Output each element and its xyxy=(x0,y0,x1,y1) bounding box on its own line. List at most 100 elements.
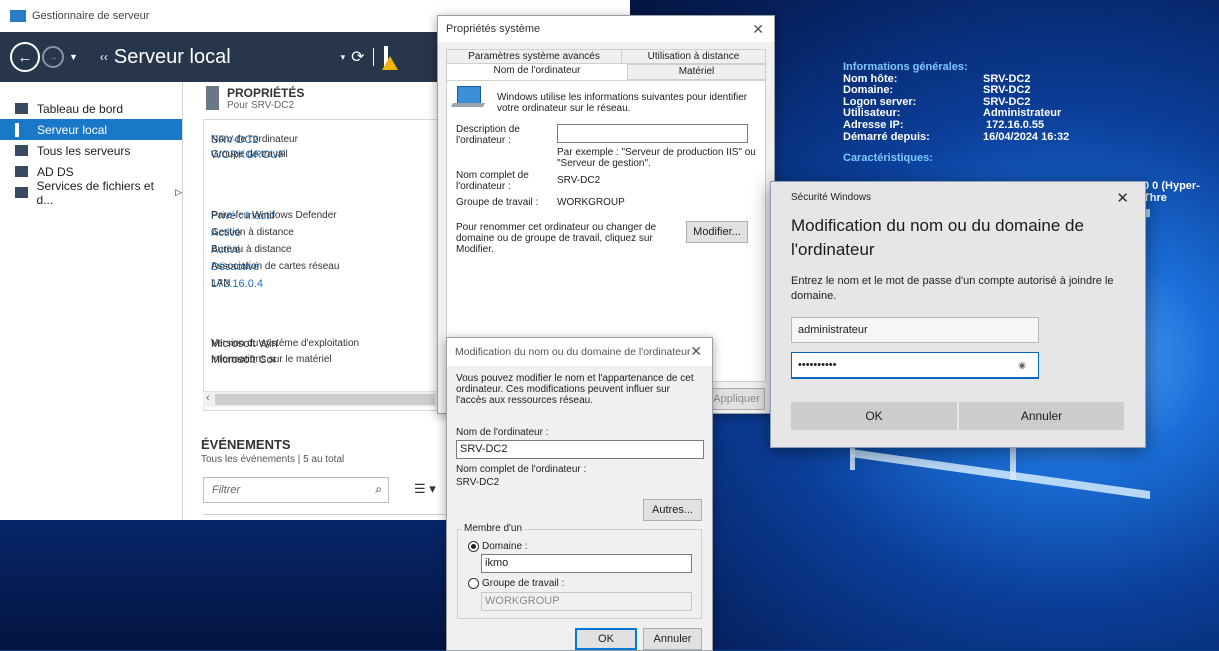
cancel-button[interactable]: Annuler xyxy=(959,402,1124,430)
intro-text: Windows utilise les informations suivant… xyxy=(497,92,748,114)
example-text: Par exemple : "Serveur de production IIS… xyxy=(557,147,756,169)
server-manager-icon xyxy=(10,10,26,22)
property-row: Informations sur le matériel Microsoft Co… xyxy=(211,354,332,366)
close-icon[interactable]: ✕ xyxy=(1116,189,1129,207)
search-icon[interactable]: ⌕ xyxy=(375,482,382,497)
modify-button[interactable]: Modifier... xyxy=(686,221,748,243)
breadcrumb: Serveur local xyxy=(113,45,231,68)
expand-arrow-icon[interactable]: ▷ xyxy=(175,187,182,198)
close-icon[interactable]: ✕ xyxy=(752,21,764,38)
username-input[interactable]: administrateur xyxy=(791,317,1039,343)
ok-button[interactable]: OK xyxy=(791,402,957,430)
description-label: Description de l'ordinateur : xyxy=(456,124,520,146)
tab-advanced-settings[interactable]: Paramètres système avancés xyxy=(446,49,622,64)
sidebar-item-file-services[interactable]: Services de fichiers et d... ▷ xyxy=(0,179,182,207)
bginfo-cpu: 0 0 (Hyper-Thre xyxy=(1143,180,1200,204)
dialog-heading: Modification du nom ou du domaine de l'o… xyxy=(791,216,1084,259)
bginfo-key: Démarré depuis: xyxy=(843,130,930,143)
workgroup-radio[interactable] xyxy=(468,578,479,589)
bginfo-header: Caractéristiques: xyxy=(843,152,933,165)
system-properties-titlebar: Propriétés système ✕ xyxy=(438,16,774,42)
property-label: LAN xyxy=(211,278,231,289)
sidebar-item-label: Services de fichiers et d... xyxy=(36,178,154,207)
sidebar-item-label: Tous les serveurs xyxy=(37,143,131,158)
password-value: •••••••••• xyxy=(798,359,837,371)
property-row: Association de cartes réseau Désactivé xyxy=(211,261,339,273)
description-input[interactable] xyxy=(557,124,748,143)
filter-placeholder: Filtrer xyxy=(212,484,241,496)
window-title: Gestionnaire de serveur xyxy=(32,10,150,22)
property-label: Association de cartes réseau xyxy=(211,261,340,272)
full-name-label: Nom complet de l'ordinateur : xyxy=(456,464,587,475)
property-label: Informations sur le matériel xyxy=(211,354,332,365)
full-name-label: Nom complet de l'ordinateur : xyxy=(456,170,529,192)
bginfo-value: 16/04/2024 16:32 xyxy=(983,130,1070,143)
password-input[interactable]: •••••••••• ◉ xyxy=(791,352,1039,379)
property-row: Bureau à distance Activé xyxy=(211,244,292,256)
bginfo-row: Adresse IP: 172.16.0.55 xyxy=(843,118,1069,132)
property-label: Version du système d'exploitation xyxy=(211,338,360,349)
events-table xyxy=(203,514,448,521)
bginfo-row: Démarré depuis: 16/04/2024 16:32 xyxy=(843,130,1070,144)
domain-input[interactable]: ikmo xyxy=(481,554,692,573)
events-title: ÉVÉNEMENTS xyxy=(201,437,291,452)
separator xyxy=(372,48,374,66)
computer-icon-base xyxy=(450,103,486,107)
warning-icon xyxy=(381,56,398,70)
property-row: LAN 172.16.0.4 xyxy=(211,278,263,290)
dialog-title: Sécurité Windows xyxy=(791,192,872,203)
workgroup-label: Groupe de travail : xyxy=(482,578,565,589)
properties-header: PROPRIÉTÉS Pour SRV-DC2 xyxy=(206,86,304,111)
chevron-down-icon[interactable]: ▾ xyxy=(341,52,346,63)
close-icon[interactable]: ✕ xyxy=(690,343,702,360)
tab-computer-name[interactable]: Nom de l'ordinateur xyxy=(446,63,628,80)
back-button[interactable]: ← xyxy=(10,42,40,72)
sidebar-item-dashboard[interactable]: Tableau de bord xyxy=(0,98,182,119)
apply-button[interactable]: Appliquer xyxy=(708,388,765,410)
rename-intro: Vous pouvez modifier le nom et l'apparte… xyxy=(456,373,694,406)
servers-icon xyxy=(15,145,28,156)
workgroup-input[interactable]: WORKGROUP xyxy=(481,592,692,611)
sidebar-item-all-servers[interactable]: Tous les serveurs xyxy=(0,140,182,161)
sidebar-item-local-server[interactable]: Serveur local xyxy=(0,119,182,140)
bginfo-header: Informations générales: xyxy=(843,61,968,73)
workgroup-label: Groupe de travail : xyxy=(456,197,539,208)
bginfo-panel: Informations générales: Nom hôte: SRV-DC2… xyxy=(843,61,1070,165)
events-filter-input[interactable]: Filtrer ⌕ xyxy=(203,477,389,503)
windows-security-dialog: Sécurité Windows ✕ Modification du nom o… xyxy=(770,181,1146,448)
property-row: Version du système d'exploitation Microso… xyxy=(211,338,359,350)
property-label: Pare-feu Windows Defender xyxy=(211,210,337,221)
list-options-icon[interactable]: ☰ ▾ xyxy=(414,481,436,497)
property-row: Gestion à distance Activé xyxy=(211,227,294,239)
property-label: Groupe de travail xyxy=(211,149,288,160)
full-name-value: SRV-DC2 xyxy=(557,175,601,186)
reveal-password-icon[interactable]: ◉ xyxy=(1018,353,1026,377)
sidebar: Tableau de bord Serveur local Tous les s… xyxy=(0,98,182,207)
properties-title: PROPRIÉTÉS xyxy=(227,86,305,100)
server-tile-icon xyxy=(206,86,219,110)
others-button[interactable]: Autres... xyxy=(643,499,702,521)
chevron-down-icon[interactable]: ▼ xyxy=(69,52,78,62)
sidebar-item-label: Tableau de bord xyxy=(37,101,124,116)
forward-button[interactable]: → xyxy=(42,46,64,68)
file-services-icon xyxy=(15,187,28,198)
cancel-button[interactable]: Annuler xyxy=(643,628,702,650)
domain-radio[interactable] xyxy=(468,541,479,552)
property-label: Gestion à distance xyxy=(211,227,294,238)
scrollbar-thumb[interactable] xyxy=(215,394,435,405)
horizontal-scrollbar[interactable]: ‹ xyxy=(203,391,443,407)
computer-name-input[interactable]: SRV-DC2 xyxy=(456,440,704,459)
server-icon xyxy=(15,122,19,137)
refresh-icon[interactable]: ⟳ xyxy=(351,47,364,67)
scroll-left-arrow-icon[interactable]: ‹ xyxy=(206,392,210,404)
tab-hardware[interactable]: Matériel xyxy=(627,64,766,80)
dashboard-icon xyxy=(15,103,28,114)
computer-icon xyxy=(457,86,481,104)
events-subtitle: Tous les événements | 5 au total xyxy=(201,454,345,465)
rename-instructions: Pour renommer cet ordinateur ou changer … xyxy=(456,222,657,255)
bginfo-value: 172.16.0.55 xyxy=(983,118,1045,131)
sidebar-divider xyxy=(182,82,183,520)
ok-button[interactable]: OK xyxy=(575,628,637,650)
rename-dialog-titlebar: Modification du nom ou du domaine de l'o… xyxy=(447,338,712,366)
tab-remote[interactable]: Utilisation à distance xyxy=(621,49,766,64)
